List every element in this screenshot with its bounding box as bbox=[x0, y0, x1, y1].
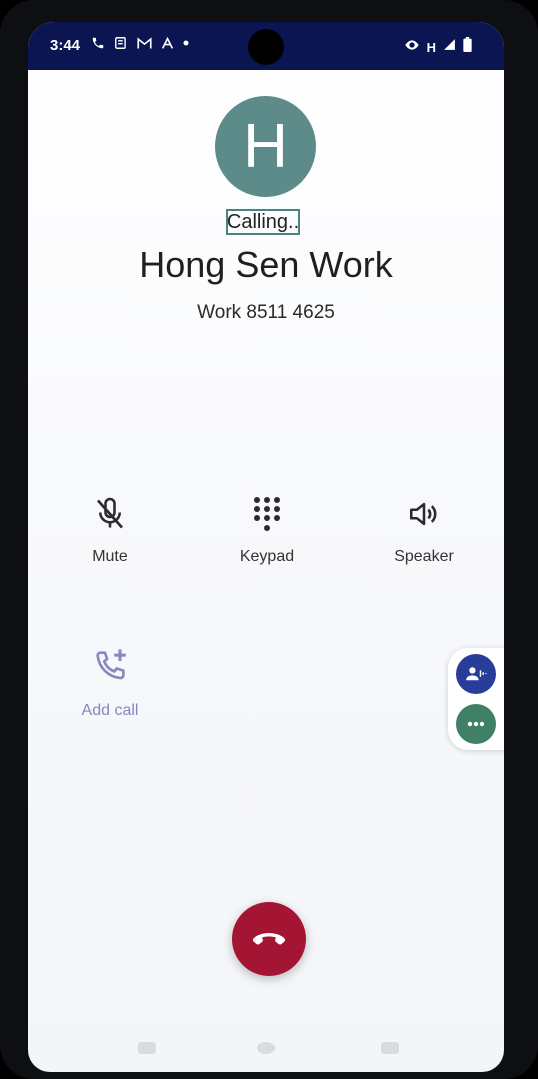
more-horiz-icon bbox=[467, 721, 485, 727]
person-voice-icon bbox=[466, 667, 487, 681]
more-options-button[interactable] bbox=[456, 704, 496, 744]
phone-icon bbox=[91, 36, 105, 50]
nav-recents-hint[interactable] bbox=[381, 1042, 399, 1054]
add-call-button[interactable]: Add call bbox=[55, 644, 165, 720]
call-end-icon bbox=[252, 933, 286, 945]
contact-name: Hong Sen Work bbox=[139, 244, 393, 285]
mic-off-icon bbox=[55, 492, 165, 536]
contact-avatar: H bbox=[215, 96, 316, 197]
volume-icon bbox=[369, 492, 479, 536]
gmail-icon bbox=[137, 36, 152, 50]
status-bar: 3:44 H bbox=[28, 22, 504, 70]
battery-icon bbox=[463, 37, 472, 57]
nav-back-hint[interactable] bbox=[138, 1042, 156, 1054]
speaker-button[interactable]: Speaker bbox=[369, 492, 479, 566]
end-call-button[interactable] bbox=[232, 902, 306, 976]
screen: 3:44 H H Calling.. Hong Sen Work Work 85… bbox=[28, 22, 504, 1072]
status-time: 3:44 bbox=[50, 37, 81, 54]
add-call-icon bbox=[55, 644, 165, 688]
eye-icon bbox=[404, 38, 420, 56]
mute-button[interactable]: Mute bbox=[55, 492, 165, 566]
keypad-button[interactable]: Keypad bbox=[212, 492, 322, 566]
contact-number: Work 8511 4625 bbox=[197, 302, 335, 323]
mute-label: Mute bbox=[92, 548, 128, 565]
call-status: Calling.. bbox=[226, 209, 300, 235]
news-icon bbox=[114, 36, 128, 50]
camera-cutout bbox=[248, 29, 284, 65]
add-call-label: Add call bbox=[81, 702, 139, 719]
status-icons-left bbox=[91, 36, 189, 50]
arrow-a-icon bbox=[161, 36, 174, 50]
status-icons-right: H bbox=[404, 37, 472, 57]
call-assist-button[interactable] bbox=[456, 654, 496, 694]
speaker-label: Speaker bbox=[394, 548, 454, 565]
dialpad-icon bbox=[212, 492, 322, 536]
nav-home-hint[interactable] bbox=[257, 1042, 275, 1054]
dot-icon bbox=[183, 40, 189, 46]
signal-icon bbox=[443, 38, 456, 56]
phone-frame: 3:44 H H Calling.. Hong Sen Work Work 85… bbox=[0, 0, 538, 1079]
keypad-label: Keypad bbox=[239, 548, 295, 565]
network-type: H bbox=[426, 39, 436, 55]
floating-actions bbox=[448, 648, 504, 750]
